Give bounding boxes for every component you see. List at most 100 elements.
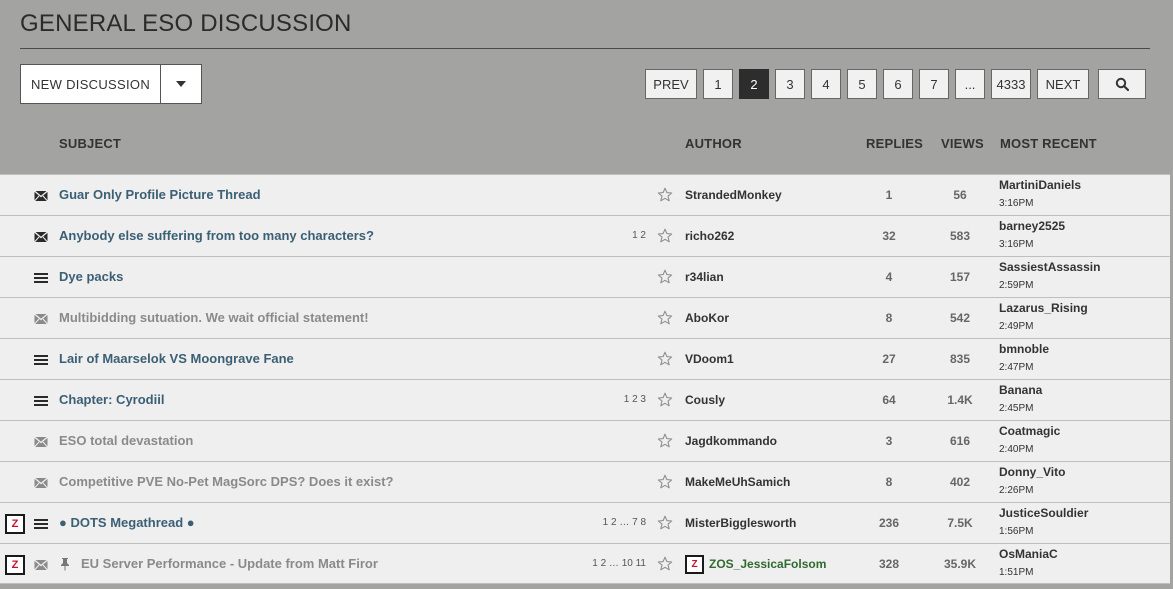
table-row[interactable]: Competitive PVE No-Pet MagSorc DPS? Does… <box>0 461 1170 502</box>
recent-poster-link[interactable]: Lazarus_Rising <box>999 301 1088 315</box>
thread-subject-link[interactable]: ESO total devastation <box>59 433 193 448</box>
thread-page-links[interactable]: 1 2 … 7 8 <box>603 517 646 528</box>
star-icon[interactable] <box>657 392 673 408</box>
thread-author-link[interactable]: Cously <box>685 393 725 407</box>
table-row[interactable]: Multibidding sutuation. We wait official… <box>0 297 1170 338</box>
envelope-icon <box>34 189 48 202</box>
recent-post-time[interactable]: 3:16PM <box>999 198 1033 209</box>
envelope-icon <box>34 476 48 489</box>
recent-poster-link[interactable]: MartiniDaniels <box>999 178 1081 192</box>
recent-poster-link[interactable]: Coatmagic <box>999 424 1060 438</box>
table-row[interactable]: Z ● DOTS Megathread ● 1 2 … 7 8 MisterBi… <box>0 502 1170 543</box>
star-icon[interactable] <box>657 433 673 449</box>
column-header-replies[interactable]: REPLIES <box>866 136 923 151</box>
recent-poster-link[interactable]: JusticeSouldier <box>999 506 1088 520</box>
recent-post-time[interactable]: 2:49PM <box>999 321 1033 332</box>
thread-subject-link[interactable]: EU Server Performance - Update from Matt… <box>81 556 378 571</box>
thread-author-link[interactable]: r34lian <box>685 270 724 284</box>
column-header-most-recent[interactable]: MOST RECENT <box>1000 136 1097 151</box>
table-row[interactable]: Chapter: Cyrodiil 1 2 3 Cously 64 1.4K B… <box>0 379 1170 420</box>
table-row[interactable]: Guar Only Profile Picture Thread Strande… <box>0 174 1170 215</box>
list-icon <box>34 394 48 406</box>
recent-post-time[interactable]: 2:47PM <box>999 362 1033 373</box>
zos-badge-icon: Z <box>5 514 25 534</box>
recent-poster-link[interactable]: bmnoble <box>999 342 1049 356</box>
page-button-2[interactable]: 2 <box>739 69 769 99</box>
view-count: 616 <box>949 434 971 448</box>
search-button[interactable] <box>1098 69 1146 99</box>
recent-post-time[interactable]: 2:59PM <box>999 280 1033 291</box>
recent-post-time[interactable]: 3:16PM <box>999 239 1033 250</box>
star-icon[interactable] <box>657 474 673 490</box>
thread-author-link[interactable]: Jagdkommando <box>685 434 777 448</box>
table-row[interactable]: Z EU Server Performance - Update from Ma… <box>0 543 1170 584</box>
thread-page-links[interactable]: 1 2 3 <box>624 394 646 405</box>
table-row[interactable]: ESO total devastation Jagdkommando 3 616… <box>0 420 1170 461</box>
view-count: 7.5K <box>947 516 973 530</box>
reply-count: 328 <box>878 557 900 571</box>
thread-subject-link[interactable]: Multibidding sutuation. We wait official… <box>59 310 369 325</box>
star-icon[interactable] <box>657 187 673 203</box>
page-ellipsis: ... <box>955 69 985 99</box>
thread-author-link[interactable]: MisterBigglesworth <box>685 516 796 530</box>
thread-page-links[interactable]: 1 2 … 10 11 <box>592 558 646 569</box>
star-icon[interactable] <box>657 351 673 367</box>
page-button-6[interactable]: 6 <box>883 69 913 99</box>
page-button-3[interactable]: 3 <box>775 69 805 99</box>
table-row[interactable]: Dye packs r34lian 4 157 SassiestAssassin… <box>0 256 1170 297</box>
table-row[interactable]: Lair of Maarselok VS Moongrave Fane VDoo… <box>0 338 1170 379</box>
thread-author-link[interactable]: AboKor <box>685 311 729 325</box>
column-header-author[interactable]: AUTHOR <box>685 136 742 151</box>
page-button-last[interactable]: 4333 <box>991 69 1031 99</box>
thread-author-link[interactable]: StrandedMonkey <box>685 188 782 202</box>
recent-post-time[interactable]: 2:45PM <box>999 403 1033 414</box>
recent-poster-link[interactable]: barney2525 <box>999 219 1065 233</box>
thread-page-links[interactable]: 1 2 <box>632 230 646 241</box>
recent-poster-link[interactable]: Banana <box>999 383 1042 397</box>
star-icon[interactable] <box>657 515 673 531</box>
page-button-5[interactable]: 5 <box>847 69 877 99</box>
column-header-subject[interactable]: SUBJECT <box>59 136 121 151</box>
recent-poster-link[interactable]: OsManiaC <box>999 547 1058 561</box>
thread-author-link[interactable]: VDoom1 <box>685 352 734 366</box>
reply-count: 4 <box>885 270 893 284</box>
view-count: 835 <box>949 352 971 366</box>
page-button-1[interactable]: 1 <box>703 69 733 99</box>
recent-poster-link[interactable]: Donny_Vito <box>999 465 1065 479</box>
thread-subject-link[interactable]: Chapter: Cyrodiil <box>59 392 164 407</box>
new-discussion-button[interactable]: NEW DISCUSSION <box>21 65 161 103</box>
star-icon[interactable] <box>657 556 673 572</box>
thread-subject-link[interactable]: Anybody else suffering from too many cha… <box>59 228 374 243</box>
thread-subject-link[interactable]: ● DOTS Megathread ● <box>59 515 195 530</box>
thread-author-link[interactable]: ZOS_JessicaFolsom <box>709 557 826 571</box>
thread-author-link[interactable]: MakeMeUhSamich <box>685 475 790 489</box>
page-button-4[interactable]: 4 <box>811 69 841 99</box>
table-row[interactable]: Anybody else suffering from too many cha… <box>0 215 1170 256</box>
title-divider <box>20 48 1150 49</box>
recent-poster-link[interactable]: SassiestAssassin <box>999 260 1100 274</box>
star-icon[interactable] <box>657 228 673 244</box>
view-count: 35.9K <box>943 557 977 571</box>
page-title: GENERAL ESO DISCUSSION <box>20 10 352 37</box>
recent-post-time[interactable]: 2:40PM <box>999 444 1033 455</box>
column-header-views[interactable]: VIEWS <box>941 136 984 151</box>
star-icon[interactable] <box>657 310 673 326</box>
view-count: 157 <box>949 270 971 284</box>
thread-list: Guar Only Profile Picture Thread Strande… <box>0 174 1170 584</box>
new-discussion-dropdown-button[interactable] <box>161 65 201 103</box>
recent-post-time[interactable]: 2:26PM <box>999 485 1033 496</box>
thread-subject-link[interactable]: Competitive PVE No-Pet MagSorc DPS? Does… <box>59 474 393 489</box>
recent-post-time[interactable]: 1:56PM <box>999 526 1033 537</box>
list-icon <box>34 517 48 529</box>
thread-subject-link[interactable]: Lair of Maarselok VS Moongrave Fane <box>59 351 294 366</box>
thread-author-link[interactable]: richo262 <box>685 229 734 243</box>
prev-page-button[interactable]: PREV <box>645 69 697 99</box>
thread-subject-link[interactable]: Dye packs <box>59 269 123 284</box>
next-page-button[interactable]: NEXT <box>1037 69 1089 99</box>
recent-post-time[interactable]: 1:51PM <box>999 567 1033 578</box>
envelope-icon <box>34 230 48 243</box>
pin-icon <box>59 557 71 571</box>
thread-subject-link[interactable]: Guar Only Profile Picture Thread <box>59 187 261 202</box>
star-icon[interactable] <box>657 269 673 285</box>
page-button-7[interactable]: 7 <box>919 69 949 99</box>
